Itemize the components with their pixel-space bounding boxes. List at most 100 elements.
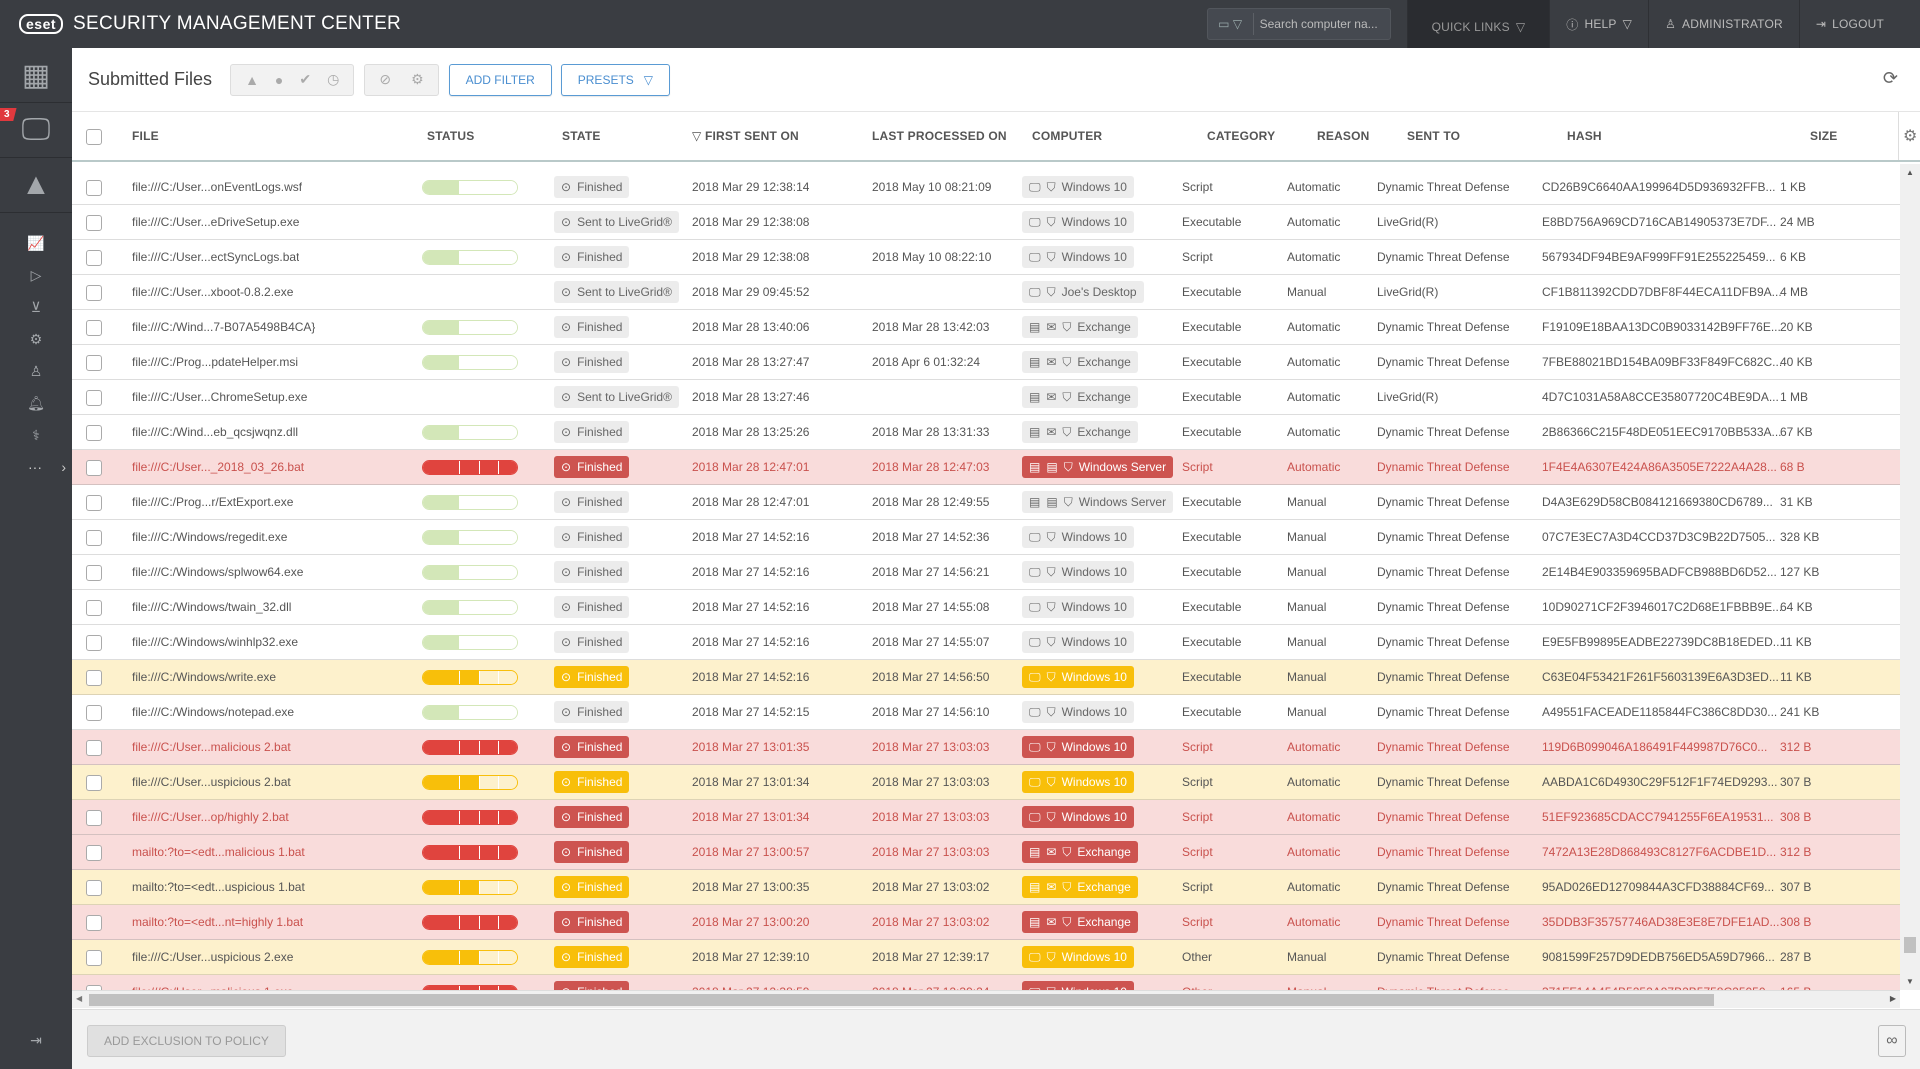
row-checkbox[interactable] (86, 494, 102, 511)
row-checkbox[interactable] (86, 214, 102, 231)
computer-link[interactable]: ▤ ✉ ⛉ Exchange (1022, 911, 1138, 933)
file-name[interactable]: mailto:?to=<edt...uspicious 1.bat (132, 870, 305, 905)
sidebar-item-reports[interactable]: 📈 (0, 227, 72, 259)
computer-link[interactable]: ▤ ✉ ⛉ Exchange (1022, 351, 1138, 373)
logout-button[interactable]: ⇥ LOGOUT (1798, 0, 1920, 48)
file-name[interactable]: file:///C:/Windows/notepad.exe (132, 695, 294, 730)
file-name[interactable]: mailto:?to=<edt...malicious 1.bat (132, 835, 305, 870)
table-row[interactable]: file:///C:/Prog...r/ExtExport.exe ⊙ Finish… (72, 485, 1900, 520)
processing-filter-icon[interactable]: ⚙ (411, 71, 424, 88)
computer-link[interactable]: 🖵︎ ⛉ Windows 10 (1022, 246, 1134, 268)
table-row[interactable]: file:///C:/Windows/twain_32.dll ⊙ Finished… (72, 590, 1900, 625)
row-checkbox[interactable] (86, 424, 102, 441)
check-filter-icon[interactable]: ✔ (299, 71, 311, 88)
column-header-first-sent-on[interactable]: ▽ FIRST SENT ON (692, 129, 799, 143)
file-name[interactable]: file:///C:/User...eDriveSetup.exe (132, 205, 299, 240)
sidebar-item-tasks[interactable]: ▷ (0, 259, 72, 291)
computer-link[interactable]: ▤ ✉ ⛉ Exchange (1022, 876, 1138, 898)
horizontal-scroll-thumb[interactable] (89, 994, 1714, 1006)
file-name[interactable]: file:///C:/Prog...r/ExtExport.exe (132, 485, 293, 520)
file-name[interactable]: file:///C:/Windows/winhlp32.exe (132, 625, 298, 660)
row-checkbox[interactable] (86, 599, 102, 616)
computer-link[interactable]: ▤ ✉ ⛉ Exchange (1022, 316, 1138, 338)
row-checkbox[interactable] (86, 179, 102, 196)
search-type-dropdown[interactable]: ▭ ▽ (1208, 13, 1254, 35)
table-row[interactable]: file:///C:/Windows/winhlp32.exe ⊙ Finished… (72, 625, 1900, 660)
show-all-button[interactable]: ∞ (1878, 1025, 1906, 1057)
file-name[interactable]: file:///C:/Windows/write.exe (132, 660, 276, 695)
file-name[interactable]: file:///C:/Windows/twain_32.dll (132, 590, 291, 625)
vertical-scrollbar[interactable]: ▲ ▼ (1900, 164, 1920, 990)
computer-link[interactable]: 🖵︎ ⛉ Windows 10 (1022, 736, 1134, 758)
column-header-sent-to[interactable]: SENT TO (1407, 129, 1460, 143)
row-checkbox[interactable] (86, 879, 102, 896)
row-checkbox[interactable] (86, 809, 102, 826)
computer-link[interactable]: ▤ ✉ ⛉ Exchange (1022, 386, 1138, 408)
table-row[interactable]: mailto:?to=<edt...malicious 1.bat ⊙ Finish… (72, 835, 1900, 870)
row-checkbox[interactable] (86, 774, 102, 791)
table-row[interactable]: file:///C:/Wind...eb_qcsjwqnz.dll ⊙ Finish… (72, 415, 1900, 450)
file-name[interactable]: file:///C:/User...op/highly 2.bat (132, 800, 289, 835)
file-name[interactable]: file:///C:/User...malicious 1.exe (132, 975, 293, 990)
column-header-category[interactable]: CATEGORY (1207, 129, 1275, 143)
column-header-computer[interactable]: COMPUTER (1032, 129, 1102, 143)
row-checkbox[interactable] (86, 739, 102, 756)
table-row[interactable]: file:///C:/Windows/regedit.exe ⊙ Finished 2… (72, 520, 1900, 555)
file-name[interactable]: mailto:?to=<edt...nt=highly 1.bat (132, 905, 303, 940)
row-checkbox[interactable] (86, 354, 102, 371)
help-menu[interactable]: ⓘ HELP ▽ (1549, 0, 1648, 48)
table-row[interactable]: file:///C:/User...uspicious 2.bat ⊙ Finish… (72, 765, 1900, 800)
row-checkbox[interactable] (86, 389, 102, 406)
file-name[interactable]: file:///C:/User...onEventLogs.wsf (132, 170, 302, 205)
add-exclusion-button[interactable]: ADD EXCLUSION TO POLICY (87, 1025, 286, 1057)
row-checkbox[interactable] (86, 249, 102, 266)
table-row[interactable]: file:///C:/User...uspicious 2.exe ⊙ Finish… (72, 940, 1900, 975)
sidebar-item-installers[interactable]: ⊻ (0, 291, 72, 323)
alert-filter-icon[interactable]: ● (275, 72, 283, 88)
column-header-status[interactable]: STATUS (427, 129, 474, 143)
column-header-file[interactable]: FILE (132, 129, 159, 143)
refresh-icon[interactable]: ⟳ (1883, 68, 1898, 89)
clock-filter-icon[interactable]: ◷ (327, 71, 339, 88)
column-header-reason[interactable]: REASON (1317, 129, 1370, 143)
table-row[interactable]: file:///C:/User...eDriveSetup.exe ⊙ Sent t… (72, 205, 1900, 240)
presets-button[interactable]: PRESETS ▽ (560, 63, 671, 96)
row-checkbox[interactable] (86, 669, 102, 686)
sidebar-item-more[interactable]: ··· › (0, 451, 72, 483)
table-row[interactable]: file:///C:/Windows/notepad.exe ⊙ Finished 2… (72, 695, 1900, 730)
scroll-right-icon[interactable]: ▶ (1890, 994, 1896, 1003)
computer-link[interactable]: ▤ ▤ ⛉ Windows Server (1022, 456, 1174, 478)
column-settings-icon[interactable]: ⚙ (1898, 112, 1918, 160)
computer-link[interactable]: 🖵︎ ⛉ Windows 10 (1022, 526, 1134, 548)
table-row[interactable]: file:///C:/User...ChromeSetup.exe ⊙ Sent t… (72, 380, 1900, 415)
select-all-checkbox[interactable] (86, 129, 102, 145)
sidebar-item-computer-users[interactable]: ♙ (0, 355, 72, 387)
warning-filter-icon[interactable]: ▲ (245, 72, 259, 88)
scroll-up-icon[interactable]: ▲ (1906, 168, 1914, 177)
column-header-hash[interactable]: HASH (1567, 129, 1602, 143)
file-name[interactable]: file:///C:/Wind...eb_qcsjwqnz.dll (132, 415, 298, 450)
computer-link[interactable]: 🖵︎ ⛉ Windows 10 (1022, 771, 1134, 793)
computer-link[interactable]: ▤ ▤ ⛉ Windows Server (1022, 491, 1174, 513)
computer-link[interactable]: 🖵︎ ⛉ Windows 10 (1022, 631, 1134, 653)
row-checkbox[interactable] (86, 564, 102, 581)
user-menu[interactable]: ♙ ADMINISTRATOR (1648, 0, 1799, 48)
row-checkbox[interactable] (86, 529, 102, 546)
table-row[interactable]: mailto:?to=<edt...nt=highly 1.bat ⊙ Finish… (72, 905, 1900, 940)
sidebar-item-computers[interactable]: 3 🖵 (0, 103, 72, 158)
table-row[interactable]: file:///C:/User...op/highly 2.bat ⊙ Finish… (72, 800, 1900, 835)
file-name[interactable]: file:///C:/User...ChromeSetup.exe (132, 380, 307, 415)
file-name[interactable]: file:///C:/Windows/regedit.exe (132, 520, 287, 555)
table-row[interactable]: file:///C:/Windows/write.exe ⊙ Finished 201… (72, 660, 1900, 695)
row-checkbox[interactable] (86, 704, 102, 721)
row-checkbox[interactable] (86, 914, 102, 931)
computer-link[interactable]: 🖵︎ ⛉ Windows 10 (1022, 211, 1134, 233)
table-row[interactable]: file:///C:/Windows/splwow64.exe ⊙ Finished… (72, 555, 1900, 590)
computer-link[interactable]: 🖵︎ ⛉ Windows 10 (1022, 666, 1134, 688)
table-row[interactable]: file:///C:/User...malicious 1.exe ⊙ Finish… (72, 975, 1900, 990)
search-input[interactable] (1253, 17, 1384, 31)
row-checkbox[interactable] (86, 319, 102, 336)
computer-link[interactable]: 🖵︎ ⛉ Windows 10 (1022, 806, 1134, 828)
table-row[interactable]: file:///C:/User...malicious 2.bat ⊙ Finish… (72, 730, 1900, 765)
scroll-down-icon[interactable]: ▼ (1906, 977, 1914, 986)
